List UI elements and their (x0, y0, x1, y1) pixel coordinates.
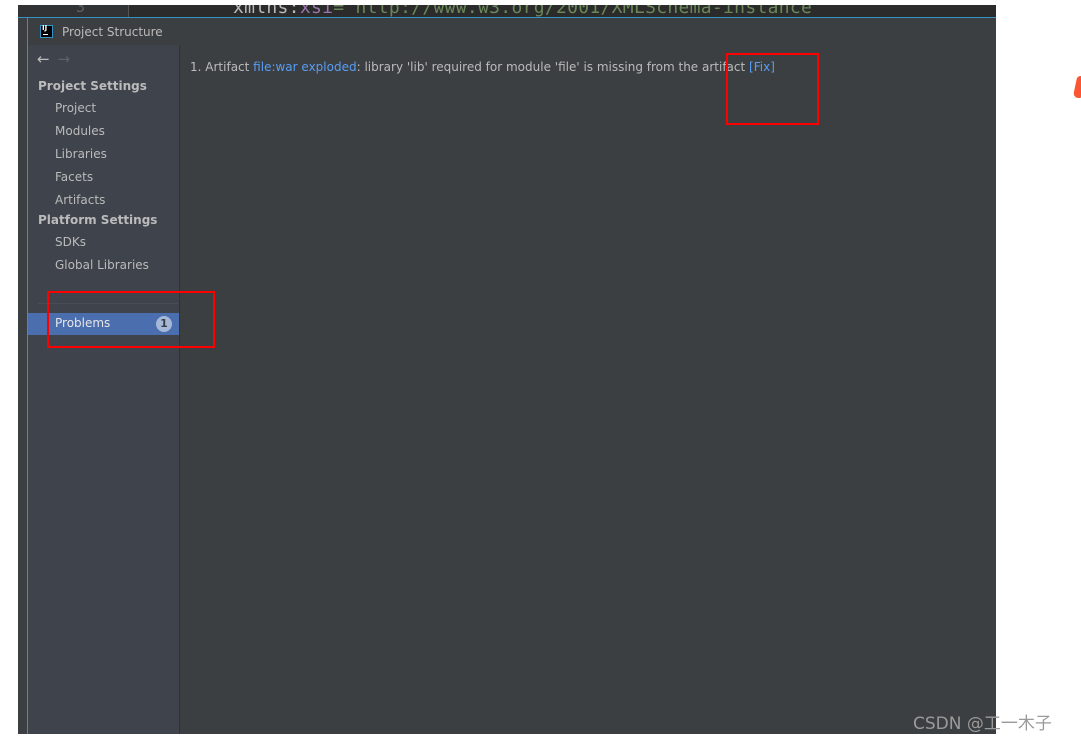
sidebar-item-problems[interactable]: Problems 1 (28, 313, 179, 335)
problem-message: : library 'lib' required for module 'fil… (356, 60, 746, 74)
fix-link[interactable]: [Fix] (749, 60, 775, 74)
code-namespace: xsi (299, 5, 334, 17)
platform-settings-header: Platform Settings (38, 213, 158, 227)
problems-panel: 1. Artifact file:war exploded: library '… (180, 45, 996, 734)
navigation-arrows: ← → (37, 50, 70, 68)
code-line: xmlns:xsi="http://www.w3.org/2001/XMLSch… (233, 5, 823, 17)
forward-arrow-icon: → (57, 50, 71, 68)
sidebar-item-facets[interactable]: Facets (55, 170, 93, 184)
dialog-left-edge (18, 18, 27, 734)
dialog-title-bar[interactable]: IJ Project Structure (28, 18, 996, 45)
background-code-editor: 3 xmlns:xsi="http://www.w3.org/2001/XMLS… (18, 5, 996, 17)
sidebar-item-modules[interactable]: Modules (55, 124, 105, 138)
problem-index: 1. (190, 60, 202, 74)
artifact-link[interactable]: file:war exploded (253, 60, 356, 74)
problems-label: Problems (55, 316, 111, 330)
sidebar-item-sdks[interactable]: SDKs (55, 235, 86, 249)
problem-item: 1. Artifact file:war exploded: library '… (190, 60, 775, 74)
sidebar-item-libraries[interactable]: Libraries (55, 147, 107, 161)
sidebar-divider (38, 303, 178, 304)
line-number: 3 (76, 5, 86, 16)
problems-count-badge: 1 (156, 316, 172, 332)
settings-sidebar: ← → Project Settings Project Modules Libr… (28, 45, 180, 734)
sidebar-item-project[interactable]: Project (55, 101, 96, 115)
dialog-title: Project Structure (62, 24, 163, 39)
code-value: ="http://www.w3.org/2001/XMLSchema-insta… (333, 5, 824, 17)
sidebar-item-global-libraries[interactable]: Global Libraries (55, 258, 149, 272)
back-arrow-icon[interactable]: ← (37, 50, 50, 68)
problem-prefix: Artifact (205, 60, 250, 74)
intellij-idea-icon: IJ (40, 24, 53, 38)
project-structure-dialog: IJ Project Structure ← → Project Settings… (18, 17, 996, 734)
project-settings-header: Project Settings (38, 79, 147, 93)
csdn-logo-fragment-icon (1072, 76, 1081, 98)
sidebar-item-artifacts[interactable]: Artifacts (55, 193, 105, 207)
editor-gutter: 3 (18, 5, 129, 17)
code-attr: xmlns: (233, 5, 300, 17)
watermark: CSDN @工一木子 (913, 714, 1052, 734)
